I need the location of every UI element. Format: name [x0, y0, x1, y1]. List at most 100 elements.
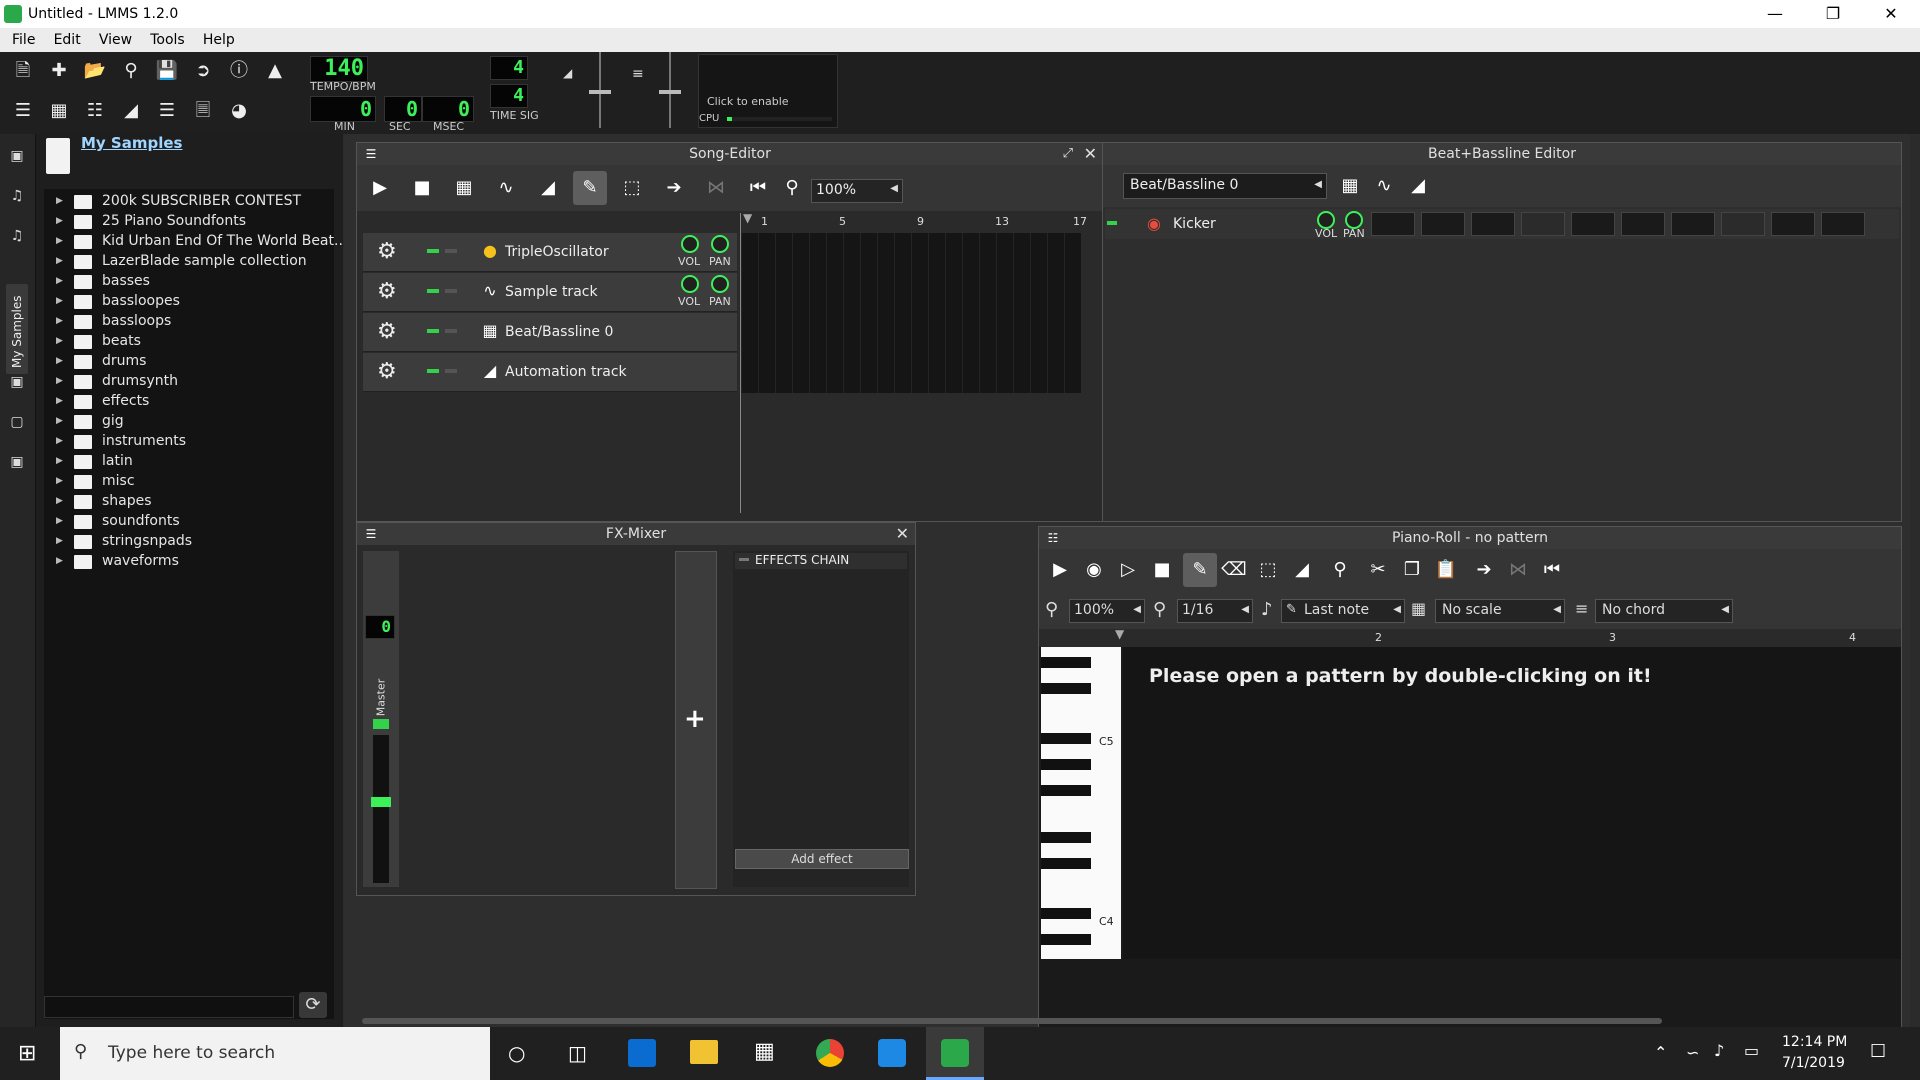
add-channel-button[interactable]: + [675, 551, 717, 889]
gear-icon[interactable]: ⚙ [377, 359, 397, 384]
folder-item[interactable]: ▶ 25 Piano Soundfonts [44, 213, 334, 233]
master-fader-handle[interactable] [371, 797, 391, 807]
effects-chain-led[interactable] [739, 558, 749, 561]
solo-led[interactable] [445, 289, 457, 293]
song-zoom-select[interactable]: 100% ◀ [811, 179, 903, 203]
piano-keyboard[interactable] [1041, 647, 1121, 959]
loop-points-icon[interactable]: ⋈ [699, 171, 733, 205]
gear-icon[interactable]: ⚙ [377, 239, 397, 264]
folder-item[interactable]: ▶ stringsnpads [44, 533, 334, 553]
expand-arrow-icon[interactable]: ▶ [56, 476, 63, 486]
playhead-marker-icon[interactable]: ▼ [1115, 627, 1124, 641]
fx-mixer-icon[interactable]: ☰ [152, 96, 182, 126]
quantize-select[interactable]: 1/16 ◀ [1177, 599, 1253, 623]
automation-editor-icon[interactable]: ◢ [116, 96, 146, 126]
whats-this-icon[interactable]: ⓘ [224, 56, 254, 86]
folder-item[interactable]: ▶ bassloops [44, 313, 334, 333]
menu-view[interactable]: View [92, 28, 139, 48]
workspace-horizontal-scrollbar[interactable] [362, 1018, 1662, 1024]
bb-selector[interactable]: Beat/Bassline 0 ◀ [1123, 173, 1327, 199]
taskbar-search-box[interactable]: ⚲ Type here to search [60, 1027, 490, 1080]
expand-arrow-icon[interactable]: ▶ [56, 436, 63, 446]
pan-knob[interactable] [711, 275, 729, 293]
folder-item[interactable]: ▶ effects [44, 393, 334, 413]
track-name[interactable]: Automation track [505, 364, 627, 380]
back-to-start-icon[interactable]: ⏮ [1535, 553, 1569, 587]
folder-item[interactable]: ▶ instruments [44, 433, 334, 453]
add-effect-button[interactable]: Add effect [735, 849, 909, 869]
expand-arrow-icon[interactable]: ▶ [56, 356, 63, 366]
step-button[interactable] [1771, 212, 1815, 236]
master-pitch-handle[interactable] [659, 90, 681, 94]
folder-item[interactable]: ▶ gig [44, 413, 334, 433]
loop-points-icon[interactable]: ⋈ [1501, 553, 1535, 587]
scale-select[interactable]: No scale ◀ [1435, 599, 1565, 623]
notifications-icon[interactable]: ☐ [1870, 1041, 1886, 1062]
select-mode-icon[interactable]: ⬚ [1251, 553, 1285, 587]
black-key[interactable] [1041, 832, 1091, 843]
task-view-icon[interactable]: ◫ [568, 1041, 587, 1065]
stop-icon[interactable]: ■ [405, 171, 439, 205]
my-samples-tab[interactable]: My Samples [6, 284, 28, 374]
computer-icon[interactable]: ▣ [7, 454, 27, 472]
expand-arrow-icon[interactable]: ▶ [56, 296, 63, 306]
piano-roll-note-area[interactable]: Please open a pattern by double-clicking… [1123, 647, 1901, 959]
timesig-denominator[interactable]: 4 [490, 84, 528, 108]
black-key[interactable] [1041, 858, 1091, 869]
step-button[interactable] [1521, 212, 1565, 236]
draw-mode-icon[interactable]: ✎ [1183, 553, 1217, 587]
browser-filter-input[interactable] [44, 996, 294, 1018]
black-key[interactable] [1041, 785, 1091, 796]
step-button[interactable] [1671, 212, 1715, 236]
add-beat-bassline-icon[interactable]: ▦ [447, 171, 481, 205]
expand-arrow-icon[interactable]: ▶ [56, 256, 63, 266]
clock-date[interactable]: 7/1/2019 [1782, 1055, 1845, 1071]
folder-item[interactable]: ▶ soundfonts [44, 513, 334, 533]
add-automation-track-icon[interactable]: ◢ [1401, 169, 1435, 203]
new-project-icon[interactable]: 🗎 [8, 56, 38, 86]
folder-item[interactable]: ▶ Kid Urban End Of The World Beat... [44, 233, 347, 253]
add-beat-bassline-icon[interactable]: ▦ [1333, 169, 1367, 203]
black-key[interactable] [1041, 683, 1091, 694]
chord-select[interactable]: No chord ◀ [1595, 599, 1733, 623]
maximize-icon[interactable]: ⤢ [1063, 143, 1073, 165]
bb-track-kicker[interactable]: ◉ Kicker VOL PAN [1105, 209, 1899, 240]
autoscroll-icon[interactable]: ➔ [1467, 553, 1501, 587]
my-presets-icon[interactable]: ♫ [7, 228, 27, 246]
solo-led[interactable] [445, 369, 457, 373]
folder-item[interactable]: ▶ bassloopes [44, 293, 334, 313]
tempo-display[interactable]: 140 [310, 56, 368, 82]
cortana-icon[interactable]: ○ [508, 1041, 525, 1065]
mute-led[interactable] [427, 249, 439, 253]
mute-led[interactable] [1107, 221, 1117, 225]
track-name[interactable]: Sample track [505, 284, 598, 300]
expand-arrow-icon[interactable]: ▶ [56, 236, 63, 246]
folder-item[interactable]: ▶ LazerBlade sample collection [44, 253, 334, 273]
expand-arrow-icon[interactable]: ▶ [56, 516, 63, 526]
piano-roll-timeline[interactable]: ▼ 2 3 4 [1039, 627, 1901, 647]
folder-item[interactable]: ▶ drums [44, 353, 334, 373]
master-volume-handle[interactable] [589, 90, 611, 94]
quantize-icon[interactable]: ⚲ [1323, 553, 1357, 587]
song-editor-icon[interactable]: ☰ [8, 96, 38, 126]
record-icon[interactable]: ◉ [1077, 553, 1111, 587]
gear-icon[interactable]: ⚙ [377, 279, 397, 304]
track-beat-bassline[interactable]: ⚙ ▦ Beat/Bassline 0 [363, 313, 737, 352]
add-sample-track-icon[interactable]: ∿ [1367, 169, 1401, 203]
folder-item[interactable]: ▶ misc [44, 473, 334, 493]
open-project-icon[interactable]: 📂 [80, 56, 110, 86]
menu-edit[interactable]: Edit [47, 28, 88, 48]
expand-arrow-icon[interactable]: ▶ [56, 416, 63, 426]
expand-arrow-icon[interactable]: ▶ [56, 316, 63, 326]
refresh-icon[interactable]: ⟳ [299, 992, 327, 1018]
paste-icon[interactable]: 📋 [1429, 553, 1463, 587]
pitch-bend-icon[interactable]: ◢ [1285, 553, 1319, 587]
step-button[interactable] [1621, 212, 1665, 236]
pan-knob[interactable] [711, 235, 729, 253]
playhead-marker-icon[interactable]: ▼ [743, 211, 752, 225]
expand-arrow-icon[interactable]: ▶ [56, 456, 63, 466]
start-icon[interactable]: ⊞ [18, 1041, 36, 1066]
bb-track-name[interactable]: Kicker [1173, 216, 1216, 232]
track-name[interactable]: Beat/Bassline 0 [505, 324, 613, 340]
minimize-button[interactable]: — [1746, 0, 1804, 28]
